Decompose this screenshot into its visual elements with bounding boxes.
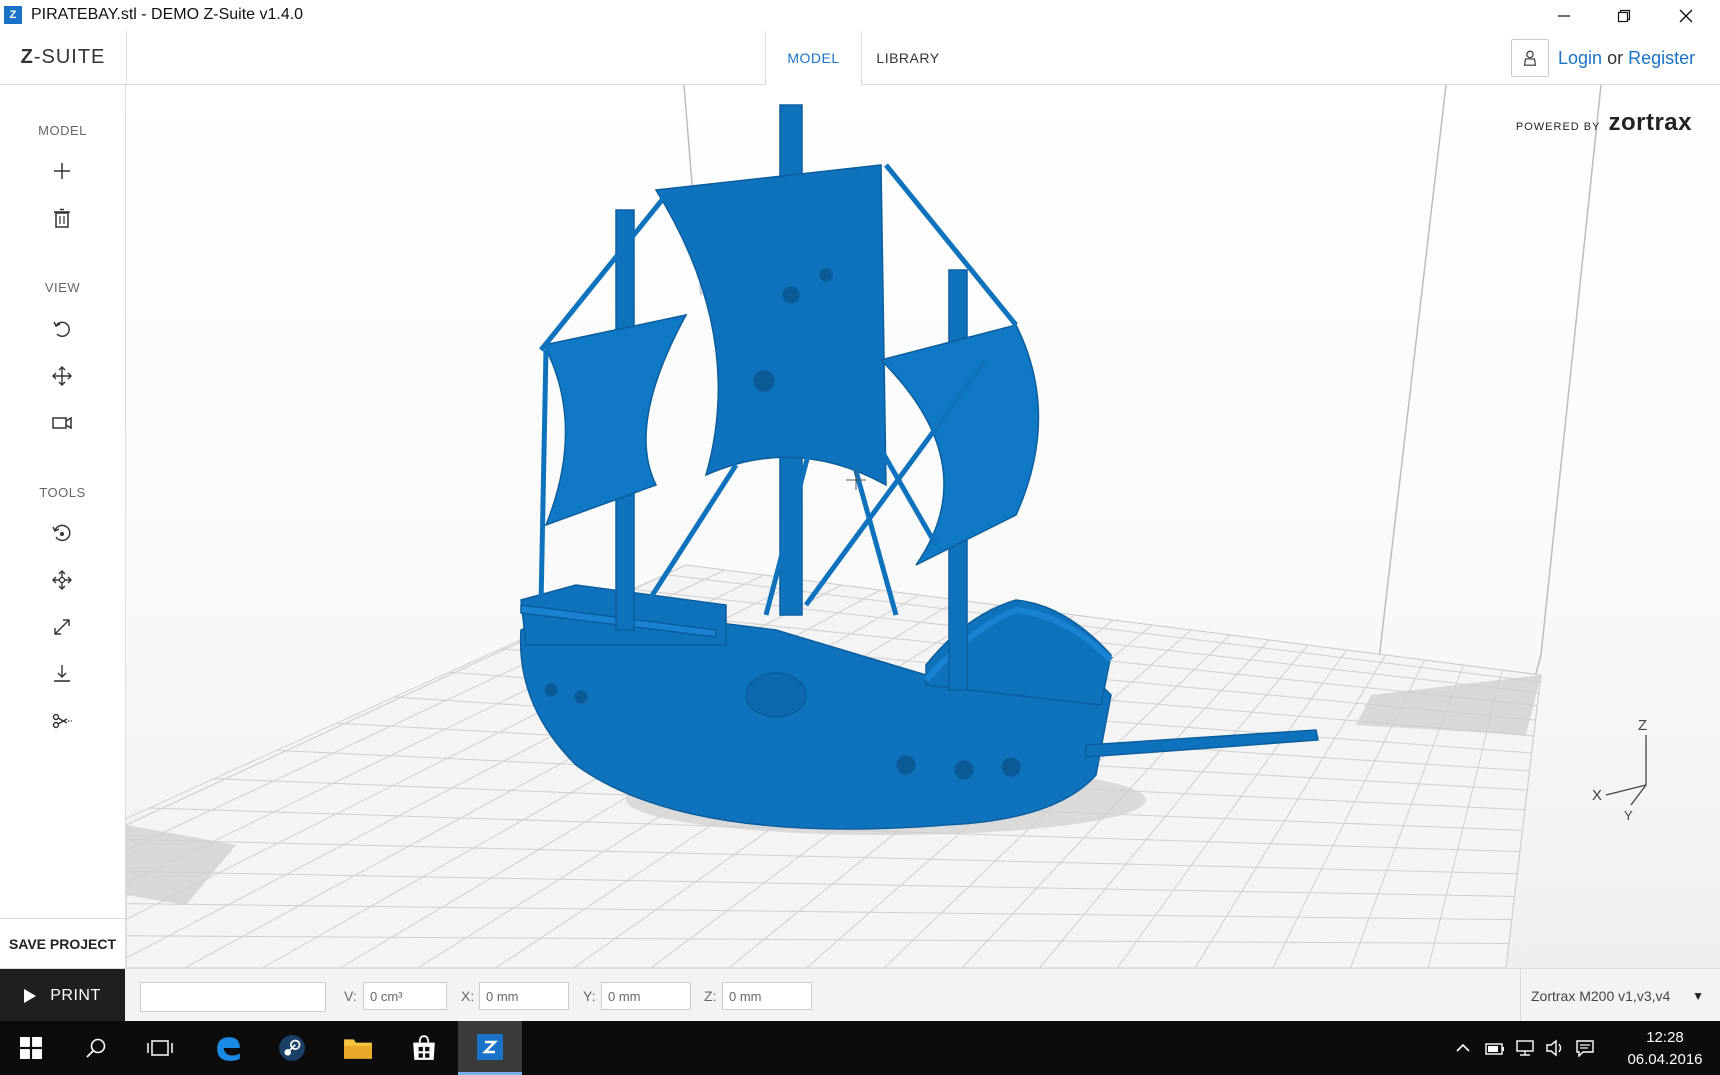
move-model-icon [52,570,72,590]
rotate-view-button[interactable] [44,311,80,347]
start-button[interactable] [0,1021,62,1075]
network-icon[interactable] [1515,1039,1535,1057]
powered-by-label: POWERED BY [1515,121,1601,133]
axis-label-x: X [1592,787,1602,804]
app-header: Z -SUITE MODEL LIBRARY Login or Register [0,31,1720,85]
build-volume-scene: Z X Y [126,85,1647,968]
battery-icon[interactable] [1485,1040,1505,1056]
taskbar-search-button[interactable] [64,1021,128,1075]
z-field[interactable]: 0 mm [722,982,812,1010]
powered-by-zortrax: POWERED BY zortrax [1516,109,1692,137]
move-model-button[interactable] [44,562,80,598]
tab-model[interactable]: MODEL [765,31,862,85]
scale-icon [54,619,70,635]
store-icon [413,1035,435,1060]
system-tray [1455,1021,1595,1075]
close-icon [1679,9,1693,22]
restore-icon [1617,9,1631,22]
save-project-button[interactable]: SAVE PROJECT [0,918,125,969]
rotate-model-icon [52,524,71,542]
z-suite-logo: Z -SUITE [0,31,127,84]
trash-icon [54,208,70,228]
scale-model-button[interactable] [44,609,80,645]
taskbar-file-explorer[interactable] [326,1021,390,1075]
y-field[interactable]: 0 mm [601,982,691,1010]
section-label-tools: TOOLS [39,485,86,500]
rotate-view-icon [53,321,70,338]
user-icon [1523,50,1537,66]
taskbar-edge[interactable] [196,1021,260,1075]
add-model-button[interactable] [44,153,80,189]
place-on-bed-button[interactable] [44,656,80,692]
taskbar-clock[interactable]: 12:28 06.04.2016 [1616,1027,1714,1071]
dropdown-arrow-icon: ▼ [1692,988,1704,1003]
section-label-view: VIEW [44,280,81,295]
edge-browser-icon [217,1037,240,1061]
window-title: PIRATEBAY.stl - DEMO Z-Suite v1.4.0 [31,6,304,23]
volume-icon[interactable] [1545,1039,1565,1057]
login-area: Login or Register [1558,48,1695,69]
left-toolbar: MODEL VIEW TOOLS SAVE PROJECT [0,85,126,969]
axis-label-z: Z [1638,717,1647,734]
search-icon [86,1038,106,1058]
z-suite-app-icon [477,1033,503,1060]
y-label: Y: [583,988,596,1004]
taskbar-store[interactable] [392,1021,456,1075]
volume-field[interactable]: 0 cm³ [363,982,447,1010]
cut-model-button[interactable] [44,703,80,739]
window-title-bar: Z PIRATEBAY.stl - DEMO Z-Suite v1.4.0 [0,0,1720,31]
restore-button[interactable] [1594,0,1654,31]
clock-time: 12:28 [1646,1029,1684,1046]
print-label: PRINT [50,986,101,1004]
printer-name: Zortrax M200 v1,v3,v4 [1531,987,1671,1004]
axis-label-y: Y [1624,808,1633,823]
windows-taskbar: 12:28 06.04.2016 [0,1021,1720,1075]
play-icon [24,988,37,1003]
section-label-model: MODEL [38,123,87,138]
pan-icon [52,366,72,386]
zortrax-logo: zortrax [1608,109,1692,136]
axes-indicator [1605,735,1647,806]
volume-label: V: [344,988,357,1004]
print-button[interactable]: PRINT [0,969,125,1022]
task-view-button[interactable] [128,1021,192,1075]
add-icon [54,163,70,179]
clock-date: 06.04.2016 [1627,1051,1703,1068]
chevron-up-icon[interactable] [1455,1040,1471,1056]
delete-model-button[interactable] [44,200,80,236]
login-link[interactable]: Login [1558,48,1602,68]
register-link[interactable]: Register [1628,48,1695,68]
camera-icon [52,416,72,430]
minimize-icon [1558,14,1570,17]
camera-view-button[interactable] [44,405,80,441]
user-account-button[interactable] [1511,39,1549,77]
rotate-model-button[interactable] [44,515,80,551]
app-icon: Z [4,6,22,24]
taskbar-z-suite[interactable] [458,1021,522,1075]
tab-library[interactable]: LIBRARY [862,31,954,84]
pan-view-button[interactable] [44,358,80,394]
windows-start-icon [20,1037,42,1059]
bottom-status-bar: PRINT V: 0 cm³ X: 0 mm Y: 0 mm Z: 0 mm Z… [0,968,1720,1022]
action-center-icon[interactable] [1575,1039,1595,1057]
x-field[interactable]: 0 mm [479,982,569,1010]
minimize-button[interactable] [1534,0,1594,31]
model-name-field[interactable] [140,982,326,1012]
printer-select[interactable]: Zortrax M200 v1,v3,v4 ▼ [1520,969,1720,1022]
close-button[interactable] [1656,0,1716,31]
task-view-icon [147,1040,173,1056]
taskbar-steam[interactable] [260,1021,324,1075]
folder-icon [344,1039,372,1059]
z-label: Z: [704,988,717,1004]
logo-rest: -SUITE [33,46,106,68]
cut-icon [52,713,72,729]
steam-icon [279,1035,305,1061]
x-label: X: [461,988,475,1004]
3d-viewport[interactable]: Z X Y POWERED BY zortrax [126,85,1720,968]
logo-prefix: Z [20,46,34,68]
or-text: or [1607,48,1624,68]
place-on-bed-icon [54,665,70,682]
